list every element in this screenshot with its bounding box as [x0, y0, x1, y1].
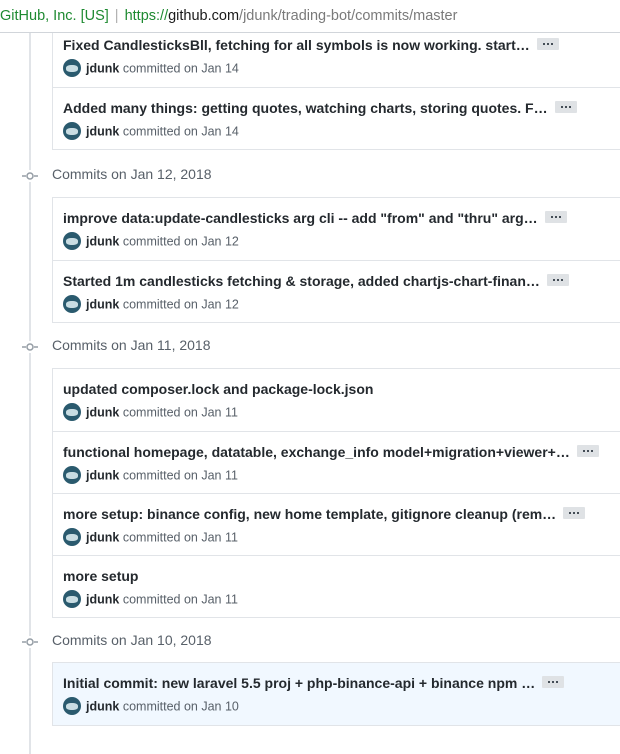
commit-message-line: Started 1m candlesticks fetching & stora… — [63, 272, 569, 290]
address-bar[interactable]: GitHub, Inc. [US] | https://github.com/jdu… — [0, 0, 620, 33]
commit-date: on Jan 11 — [183, 530, 238, 545]
commit-meta: jdunk committed on Jan 14 — [63, 59, 239, 78]
commit-node-icon — [22, 170, 38, 182]
commit-message-line: Initial commit: new laravel 5.5 proj + p… — [63, 674, 565, 692]
commit-date: on Jan 10 — [183, 699, 239, 714]
commit-row: updated composer.lock and package-lock.j… — [53, 369, 620, 431]
commit-node-icon — [22, 341, 38, 353]
commit-row: Initial commit: new laravel 5.5 proj + p… — [53, 663, 620, 725]
commit-author[interactable]: jdunk — [86, 61, 119, 75]
commit-message[interactable]: updated composer.lock and package-lock.j… — [63, 381, 373, 397]
commit-group-title: Commits on Jan 10, 2018 — [52, 632, 212, 648]
commit-action: committed — [122, 61, 181, 76]
commit-message[interactable]: Initial commit: new laravel 5.5 proj + p… — [63, 675, 535, 691]
commit-row: functional homepage, datatable, exchange… — [53, 431, 620, 493]
expand-message-button[interactable] — [542, 676, 565, 689]
commit-meta: jdunk committed on Jan 11 — [63, 590, 238, 609]
commit-meta: jdunk committed on Jan 14 — [63, 122, 239, 141]
commit-message[interactable]: Fixed CandlesticksBll, fetching for all … — [63, 37, 530, 53]
commit-action: committed — [122, 234, 181, 249]
commit-message-line: Added many things: getting quotes, watch… — [63, 99, 577, 117]
commit-message[interactable]: more setup — [63, 568, 138, 584]
commit-row: Started 1m candlesticks fetching & stora… — [53, 260, 620, 322]
commit-author[interactable]: jdunk — [86, 405, 119, 419]
commit-action: committed — [122, 530, 181, 545]
commit-date: on Jan 14 — [183, 61, 239, 76]
commit-row: more setup: binance config, new home tem… — [53, 493, 620, 555]
commit-date: on Jan 12 — [183, 234, 239, 249]
commit-author[interactable]: jdunk — [86, 124, 119, 138]
commit-list: improve data:update-candlesticks arg cli… — [52, 197, 620, 323]
commit-message-line: more setup — [63, 567, 138, 585]
commit-author[interactable]: jdunk — [86, 468, 119, 482]
address-separator: | — [114, 8, 119, 24]
expand-message-button[interactable] — [563, 507, 586, 520]
commit-message-line: improve data:update-candlesticks arg cli… — [63, 209, 567, 227]
commit-group-title: Commits on Jan 12, 2018 — [52, 166, 212, 182]
commit-meta: jdunk committed on Jan 11 — [63, 403, 238, 422]
commit-group-header: Commits on Jan 10, 2018 — [0, 630, 620, 654]
avatar[interactable] — [63, 403, 81, 421]
avatar[interactable] — [63, 122, 81, 140]
commit-meta: jdunk committed on Jan 11 — [63, 466, 238, 485]
commit-date: on Jan 12 — [183, 297, 239, 312]
commit-meta: jdunk committed on Jan 12 — [63, 295, 239, 314]
commit-author[interactable]: jdunk — [86, 699, 119, 713]
commit-row: more setup jdunk committed on Jan 11 — [53, 555, 620, 617]
url-scheme: https:// — [124, 8, 169, 24]
commit-message-line: functional homepage, datatable, exchange… — [63, 443, 599, 461]
avatar[interactable] — [63, 697, 81, 715]
commit-message[interactable]: more setup: binance config, new home tem… — [63, 506, 556, 522]
commit-message[interactable]: Started 1m candlesticks fetching & stora… — [63, 273, 540, 289]
commit-meta: jdunk committed on Jan 11 — [63, 528, 238, 547]
commit-action: committed — [122, 468, 181, 483]
commit-list: updated composer.lock and package-lock.j… — [52, 368, 620, 618]
commit-meta: jdunk committed on Jan 12 — [63, 232, 239, 251]
commit-node-icon — [22, 636, 38, 648]
expand-message-button[interactable] — [536, 38, 559, 51]
commit-group-header: Commits on Jan 12, 2018 — [0, 164, 620, 188]
commit-message[interactable]: Added many things: getting quotes, watch… — [63, 100, 548, 116]
commit-action: committed — [122, 124, 181, 139]
commit-message-line: more setup: binance config, new home tem… — [63, 505, 586, 523]
commit-author[interactable]: jdunk — [86, 297, 119, 311]
expand-message-button[interactable] — [544, 211, 567, 224]
avatar[interactable] — [63, 295, 81, 313]
commit-date: on Jan 14 — [183, 124, 239, 139]
commit-row: improve data:update-candlesticks arg cli… — [53, 198, 620, 260]
commit-date: on Jan 11 — [183, 468, 238, 483]
commit-action: committed — [122, 699, 181, 714]
expand-message-button[interactable] — [576, 445, 599, 458]
avatar[interactable] — [63, 466, 81, 484]
url-path: /jdunk/trading-bot/commits/master — [239, 8, 458, 24]
commit-row: Fixed CandlesticksBll, fetching for all … — [53, 33, 620, 87]
commit-meta: jdunk committed on Jan 10 — [63, 697, 239, 716]
commit-action: committed — [122, 592, 181, 607]
expand-message-button[interactable] — [546, 274, 569, 287]
commit-message-line: Fixed CandlesticksBll, fetching for all … — [63, 36, 559, 54]
commit-date: on Jan 11 — [183, 405, 238, 420]
commit-action: committed — [122, 297, 181, 312]
commit-date: on Jan 11 — [183, 592, 238, 607]
certificate-label[interactable]: GitHub, Inc. [US] — [0, 8, 109, 24]
commit-author[interactable]: jdunk — [86, 234, 119, 248]
expand-message-button[interactable] — [554, 101, 577, 114]
commit-group-header: Commits on Jan 11, 2018 — [0, 335, 620, 359]
commit-author[interactable]: jdunk — [86, 530, 119, 544]
commit-list: Initial commit: new laravel 5.5 proj + p… — [52, 662, 620, 726]
commit-row: Added many things: getting quotes, watch… — [53, 87, 620, 149]
avatar[interactable] — [63, 232, 81, 250]
commit-message[interactable]: improve data:update-candlesticks arg cli… — [63, 210, 538, 226]
commit-group-title: Commits on Jan 11, 2018 — [52, 337, 211, 353]
commit-author[interactable]: jdunk — [86, 592, 119, 606]
avatar[interactable] — [63, 528, 81, 546]
commit-action: committed — [122, 405, 181, 420]
commit-list: Fixed CandlesticksBll, fetching for all … — [52, 33, 620, 150]
commit-message-line: updated composer.lock and package-lock.j… — [63, 380, 373, 398]
commit-message[interactable]: functional homepage, datatable, exchange… — [63, 444, 570, 460]
url-host: github.com — [168, 8, 240, 24]
avatar[interactable] — [63, 59, 81, 77]
avatar[interactable] — [63, 590, 81, 608]
